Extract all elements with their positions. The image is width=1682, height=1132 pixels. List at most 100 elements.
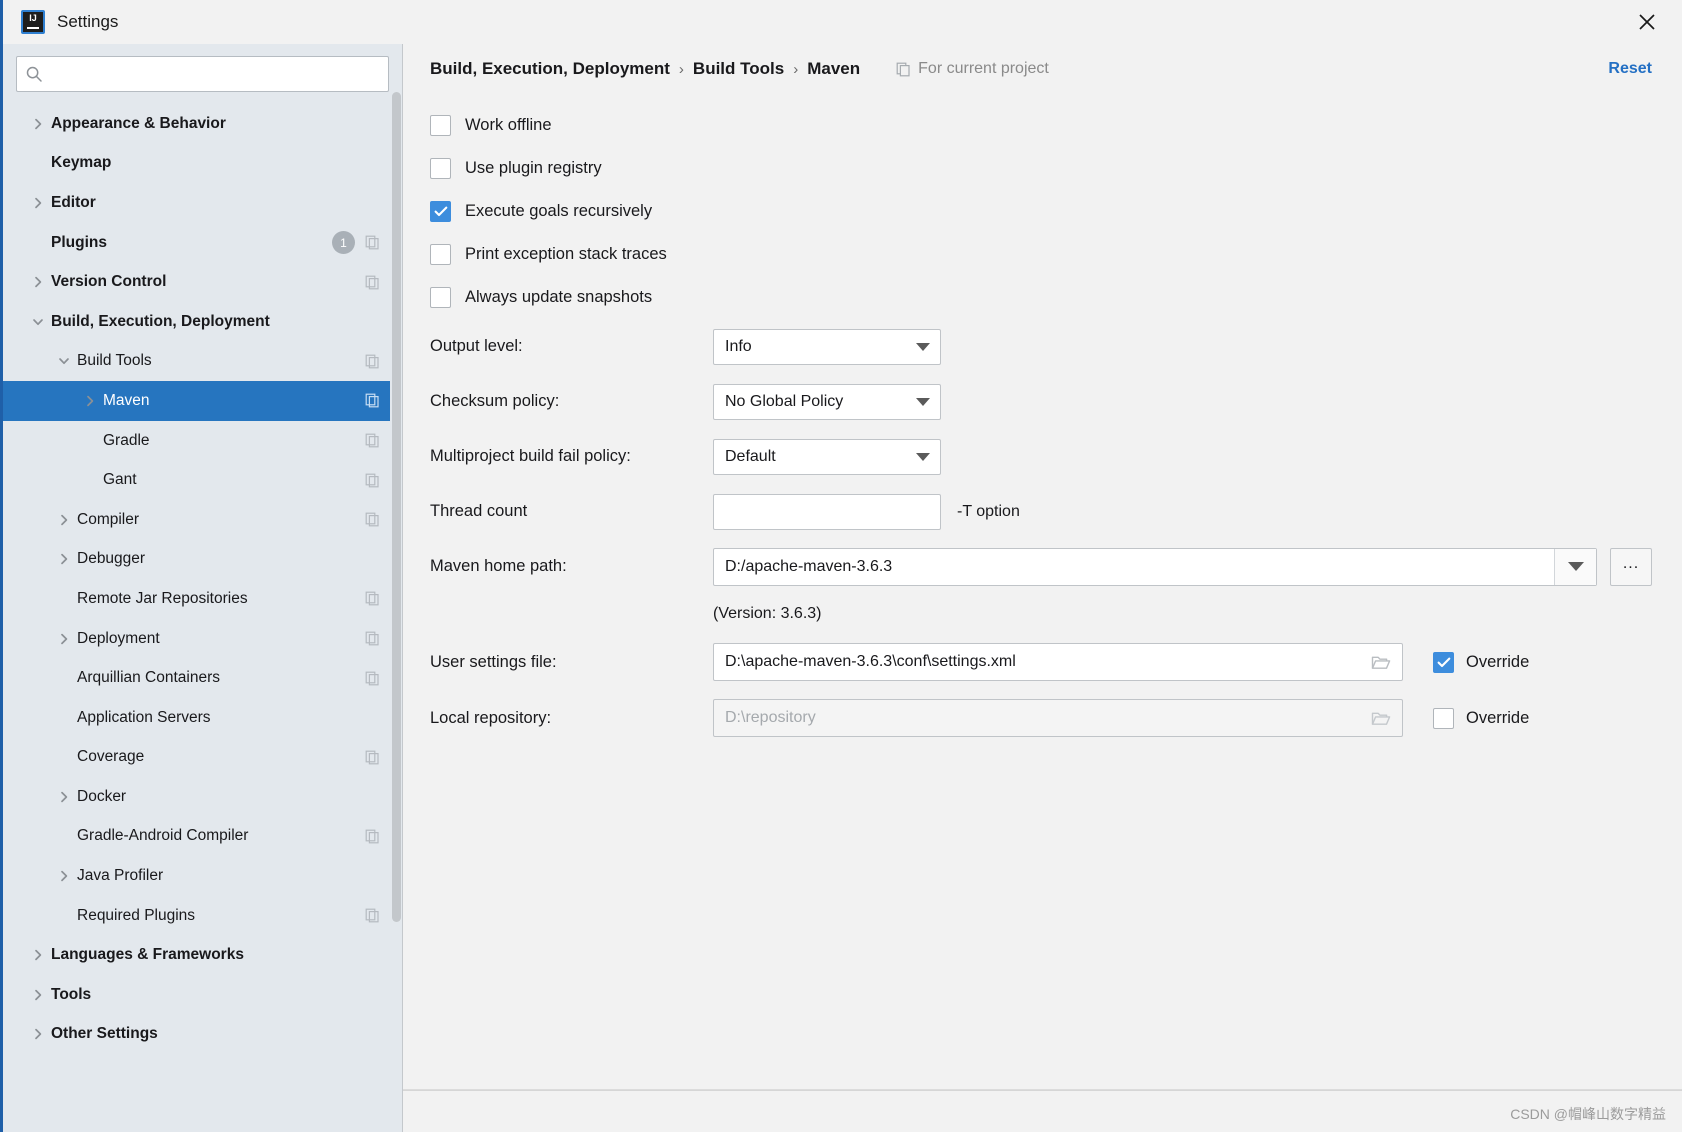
local-repository-label: Local repository: xyxy=(430,708,552,727)
checkbox-row-print-exception-stack-traces[interactable]: Print exception stack traces xyxy=(430,233,1652,276)
copy-icon[interactable] xyxy=(365,829,380,844)
copy-icon[interactable] xyxy=(365,750,380,765)
chevron-right-icon[interactable] xyxy=(51,632,77,646)
chevron-right-icon[interactable] xyxy=(51,552,77,566)
thread-count-input[interactable] xyxy=(724,494,930,529)
sidebar-item-gradle[interactable]: Gradle xyxy=(3,421,402,461)
checkbox-row-execute-goals-recursively[interactable]: Execute goals recursively xyxy=(430,190,1652,233)
sidebar-scrollbar-track[interactable] xyxy=(390,44,402,1132)
folder-icon[interactable] xyxy=(1368,654,1394,671)
checkbox-row-use-plugin-registry[interactable]: Use plugin registry xyxy=(430,147,1652,190)
sidebar-item-languages-frameworks[interactable]: Languages & Frameworks xyxy=(3,935,402,975)
copy-icon[interactable] xyxy=(365,433,380,448)
chevron-right-icon[interactable] xyxy=(25,988,51,1002)
fail-policy-select[interactable]: Default xyxy=(713,438,941,475)
sidebar-item-gradle-android-compiler[interactable]: Gradle-Android Compiler xyxy=(3,817,402,857)
sidebar-item-remote-jar-repositories[interactable]: Remote Jar Repositories xyxy=(3,579,402,619)
sidebar-item-label: Appearance & Behavior xyxy=(51,114,226,132)
copy-icon[interactable] xyxy=(365,275,380,290)
footer-strip: CSDN @帽峰山数字精益 xyxy=(403,1090,1682,1132)
sidebar-item-coverage[interactable]: Coverage xyxy=(3,738,402,778)
sidebar-item-deployment[interactable]: Deployment xyxy=(3,619,402,659)
copy-icon[interactable] xyxy=(365,473,380,488)
chevron-right-icon[interactable] xyxy=(51,869,77,883)
folder-icon[interactable] xyxy=(1368,710,1394,727)
sidebar-scrollbar-thumb[interactable] xyxy=(392,92,401,922)
sidebar-item-editor[interactable]: Editor xyxy=(3,183,402,223)
main-header: Build, Execution, Deployment › Build Tools… xyxy=(403,44,1682,94)
sidebar-item-tools[interactable]: Tools xyxy=(3,975,402,1015)
sidebar-item-appearance-behavior[interactable]: Appearance & Behavior xyxy=(3,104,402,144)
maven-home-label: Maven home path: xyxy=(430,557,567,575)
chevron-right-icon[interactable] xyxy=(51,790,77,804)
sidebar-item-other-settings[interactable]: Other Settings xyxy=(3,1015,402,1055)
chevron-right-icon[interactable] xyxy=(77,394,103,408)
search-input[interactable] xyxy=(45,57,380,91)
sidebar-item-arquillian-containers[interactable]: Arquillian Containers xyxy=(3,658,402,698)
sidebar-item-required-plugins[interactable]: Required Plugins xyxy=(3,896,402,936)
copy-icon[interactable] xyxy=(365,591,380,606)
sidebar-item-build-execution-deployment[interactable]: Build, Execution, Deployment xyxy=(3,302,402,342)
maven-home-browse-button[interactable]: ... xyxy=(1610,547,1652,586)
copy-icon[interactable] xyxy=(365,235,380,250)
checkbox[interactable] xyxy=(430,244,451,265)
breadcrumb-item-1[interactable]: Build Tools xyxy=(693,59,784,79)
chevron-right-icon[interactable] xyxy=(25,196,51,210)
checkbox[interactable] xyxy=(430,287,451,308)
local-repository-field[interactable]: D:\repository xyxy=(713,699,1403,737)
sidebar-item-version-control[interactable]: Version Control xyxy=(3,262,402,302)
sidebar-item-maven[interactable]: Maven xyxy=(3,381,402,421)
copy-icon[interactable] xyxy=(365,671,380,686)
sidebar-item-application-servers[interactable]: Application Servers xyxy=(3,698,402,738)
breadcrumb-item-0[interactable]: Build, Execution, Deployment xyxy=(430,59,670,79)
sidebar-item-badge: 1 xyxy=(332,231,355,255)
maven-home-combo[interactable]: D:/apache-maven-3.6.3 xyxy=(713,547,1597,586)
copy-icon[interactable] xyxy=(365,354,380,369)
chevron-right-icon[interactable] xyxy=(51,513,77,527)
checkbox[interactable] xyxy=(430,158,451,179)
copy-icon[interactable] xyxy=(365,393,380,408)
user-settings-override-checkbox[interactable] xyxy=(1433,651,1454,673)
checksum-policy-select[interactable]: No Global Policy xyxy=(713,383,941,420)
local-repository-override-toggle[interactable]: Override xyxy=(1433,707,1529,729)
sidebar-item-label: Editor xyxy=(51,193,96,211)
user-settings-field[interactable]: D:\apache-maven-3.6.3\conf\settings.xml xyxy=(713,643,1403,681)
sidebar-item-label: Java Profiler xyxy=(77,867,164,885)
sidebar-item-label: Arquillian Containers xyxy=(77,669,221,687)
sidebar-item-compiler[interactable]: Compiler xyxy=(3,500,402,540)
thread-count-field[interactable] xyxy=(713,493,941,530)
sidebar-item-label: Deployment xyxy=(77,629,160,647)
sidebar-item-keymap[interactable]: Keymap xyxy=(3,144,402,184)
chevron-right-icon[interactable] xyxy=(25,948,51,962)
reset-link[interactable]: Reset xyxy=(1608,60,1652,78)
sidebar-item-debugger[interactable]: Debugger xyxy=(3,540,402,580)
chevron-down-icon[interactable] xyxy=(25,315,51,329)
checkbox[interactable] xyxy=(430,201,451,222)
for-current-project-button[interactable]: For current project xyxy=(896,60,1049,78)
user-settings-override-toggle[interactable]: Override xyxy=(1433,651,1529,673)
chevron-down-icon[interactable] xyxy=(51,354,77,368)
checkbox-row-work-offline[interactable]: Work offline xyxy=(430,104,1652,147)
chevron-down-icon[interactable] xyxy=(1554,548,1596,585)
sidebar-item-plugins[interactable]: Plugins 1 xyxy=(3,223,402,263)
maven-version-row: (Version: 3.6.3) xyxy=(430,594,1652,634)
sidebar-item-docker[interactable]: Docker xyxy=(3,777,402,817)
output-level-select[interactable]: Info xyxy=(713,328,941,365)
close-icon[interactable] xyxy=(1630,5,1664,39)
copy-icon[interactable] xyxy=(365,908,380,923)
copy-icon[interactable] xyxy=(365,512,380,527)
chevron-right-icon[interactable] xyxy=(25,117,51,131)
copy-icon[interactable] xyxy=(365,631,380,646)
sidebar-item-label: Required Plugins xyxy=(77,906,196,924)
local-repository-override-checkbox[interactable] xyxy=(1433,707,1454,729)
checkbox-row-always-update-snapshots[interactable]: Always update snapshots xyxy=(430,276,1652,319)
sidebar-item-java-profiler[interactable]: Java Profiler xyxy=(3,856,402,896)
user-settings-label: User settings file: xyxy=(430,652,557,671)
search-box[interactable] xyxy=(16,56,389,92)
sidebar-item-gant[interactable]: Gant xyxy=(3,460,402,500)
sidebar-item-build-tools[interactable]: Build Tools xyxy=(3,342,402,382)
chevron-right-icon[interactable] xyxy=(25,275,51,289)
checkbox[interactable] xyxy=(430,115,451,136)
dialog-body: Appearance & Behavior Keymap Editor Plugins… xyxy=(3,44,1682,1132)
chevron-right-icon[interactable] xyxy=(25,1027,51,1041)
